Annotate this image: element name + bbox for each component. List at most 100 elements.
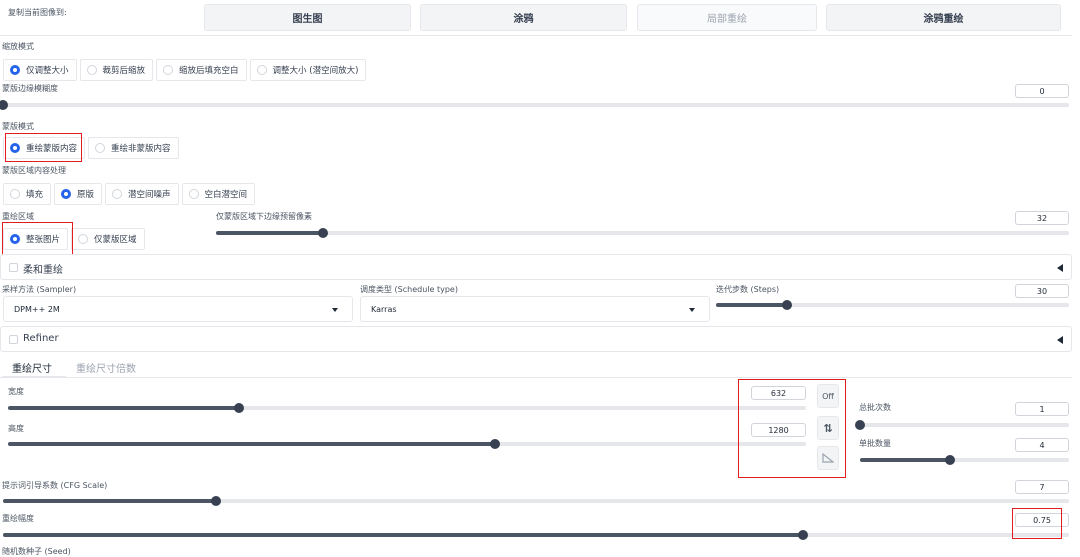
masked-content-option-latent-noise[interactable]: 潜空间噪声 <box>105 183 179 205</box>
slider-fill <box>716 303 787 307</box>
resize-mode-label: 缩放模式 <box>2 42 34 51</box>
radio-icon <box>95 143 106 153</box>
masked-content-option-fill[interactable]: 填充 <box>3 183 52 205</box>
batch-count-label: 总批次数 <box>859 403 891 412</box>
send-to-inpaint-sketch-button[interactable]: 涂鸦重绘 <box>826 4 1061 31</box>
mask-blur-slider[interactable] <box>0 100 1069 110</box>
inpaint-area-option-only-masked[interactable]: 仅蒙版区域 <box>71 228 145 250</box>
mask-blur-label: 蒙版边缘模糊度 <box>2 84 58 93</box>
soft-inpainting-accordion[interactable]: 柔和重绘 <box>0 254 1072 280</box>
mask-mode-radio-group: 重绘蒙版内容 重绘非蒙版内容 <box>3 137 182 159</box>
radio-checked-icon <box>10 143 20 153</box>
tab-resize-to[interactable]: 重绘尺寸 <box>12 360 52 375</box>
schedule-type-value: Karras <box>371 305 397 314</box>
slider-fill <box>3 533 803 537</box>
resize-mode-option-just-resize[interactable]: 仅调整大小 <box>3 59 77 81</box>
resize-mode-option-resize-fill[interactable]: 缩放后填充空白 <box>156 59 247 81</box>
radio-checked-icon <box>61 189 72 199</box>
mask-blur-number[interactable]: 0 <box>1015 84 1069 98</box>
radio-checked-icon <box>10 65 20 75</box>
send-to-inpaint-button[interactable]: 局部重绘 <box>637 4 817 31</box>
triangle-ruler-icon <box>822 453 834 463</box>
swap-dimensions-button[interactable]: ⇅ <box>817 416 839 440</box>
sampler-label: 采样方法 (Sampler) <box>2 285 77 294</box>
height-label: 高度 <box>8 424 24 433</box>
batch-count-slider[interactable] <box>855 420 1069 430</box>
slider-thumb[interactable] <box>855 420 865 430</box>
masked-content-label: 蒙版区域内容处理 <box>2 166 66 175</box>
only-masked-padding-number[interactable]: 32 <box>1015 211 1069 225</box>
height-slider[interactable] <box>8 439 806 449</box>
slider-thumb[interactable] <box>211 496 222 506</box>
inpaint-area-label: 重绘区域 <box>2 212 34 221</box>
batch-size-number[interactable]: 4 <box>1015 438 1069 452</box>
steps-label: 迭代步数 (Steps) <box>716 285 780 294</box>
denoising-strength-number[interactable]: 0.75 <box>1015 513 1069 527</box>
aspect-ratio-button[interactable] <box>817 446 839 470</box>
resize-mode-option-latent-upscale[interactable]: 调整大小 (潜空间放大) <box>249 59 367 81</box>
height-number[interactable]: 1280 <box>751 423 806 437</box>
cfg-scale-slider[interactable] <box>3 496 1069 506</box>
send-to-img2img-button[interactable]: 图生图 <box>204 4 411 31</box>
denoising-strength-slider[interactable] <box>3 530 1069 540</box>
radio-icon <box>78 234 89 244</box>
slider-fill <box>860 458 950 462</box>
slider-thumb[interactable] <box>317 228 328 238</box>
radio-checked-icon <box>10 234 20 244</box>
steps-number[interactable]: 30 <box>1015 284 1069 298</box>
batch-size-slider[interactable] <box>860 455 1069 465</box>
divider <box>0 35 1072 36</box>
cfg-scale-number[interactable]: 7 <box>1015 480 1069 494</box>
sampler-value: DPM++ 2M <box>14 305 60 314</box>
slider-fill <box>8 442 495 446</box>
mask-mode-option-inpaint-masked[interactable]: 重绘蒙版内容 <box>3 137 86 159</box>
radio-icon <box>256 65 267 75</box>
slider-thumb[interactable] <box>489 439 500 449</box>
divider <box>0 377 1072 378</box>
chevron-down-icon <box>689 308 695 312</box>
tab-resize-by[interactable]: 重绘尺寸倍数 <box>76 360 136 375</box>
radio-icon <box>112 189 123 199</box>
refiner-title: Refiner <box>23 333 59 344</box>
schedule-type-label: 调度类型 (Schedule type) <box>360 285 458 294</box>
soft-inpainting-checkbox[interactable] <box>9 263 18 272</box>
masked-content-option-latent-nothing[interactable]: 空白潜空间 <box>181 183 256 205</box>
inpaint-area-radio-group: 整张图片 仅蒙版区域 <box>3 228 148 250</box>
refiner-accordion[interactable]: Refiner <box>0 326 1072 352</box>
slider-thumb[interactable] <box>781 300 792 310</box>
radio-icon <box>86 65 97 75</box>
chevron-down-icon <box>332 308 338 312</box>
cfg-scale-label: 提示词引导系数 (CFG Scale) <box>2 481 108 490</box>
sampler-dropdown[interactable]: DPM++ 2M <box>3 296 353 322</box>
swap-icon: ⇅ <box>823 421 833 435</box>
slider-thumb[interactable] <box>944 455 955 465</box>
mask-mode-option-inpaint-not-masked[interactable]: 重绘非蒙版内容 <box>88 137 179 159</box>
width-number[interactable]: 632 <box>751 386 806 400</box>
inpaint-area-option-whole-picture[interactable]: 整张图片 <box>3 228 69 250</box>
auto-size-off-button[interactable]: Off <box>817 384 839 408</box>
send-to-sketch-button[interactable]: 涂鸦 <box>420 4 627 31</box>
width-slider[interactable] <box>8 403 806 413</box>
radio-icon <box>163 65 174 75</box>
batch-size-label: 单批数量 <box>859 439 891 448</box>
slider-thumb[interactable] <box>797 530 808 540</box>
slider-thumb[interactable] <box>234 403 245 413</box>
resize-mode-option-crop-resize[interactable]: 裁剪后缩放 <box>79 59 154 81</box>
refiner-checkbox[interactable] <box>9 335 18 344</box>
masked-content-option-original[interactable]: 原版 <box>54 183 103 205</box>
resize-mode-radio-group: 仅调整大小 裁剪后缩放 缩放后填充空白 调整大小 (潜空间放大) <box>3 59 369 81</box>
soft-inpainting-title: 柔和重绘 <box>23 265 63 276</box>
width-label: 宽度 <box>8 387 24 396</box>
copy-image-label: 复制当前图像到: <box>8 8 67 17</box>
collapse-triangle-icon[interactable] <box>1057 264 1063 272</box>
slider-thumb[interactable] <box>0 100 8 110</box>
slider-fill <box>8 406 240 410</box>
batch-count-number[interactable]: 1 <box>1015 402 1069 416</box>
steps-slider[interactable] <box>716 300 1069 310</box>
radio-icon <box>10 189 20 199</box>
only-masked-padding-slider[interactable] <box>216 228 1069 238</box>
collapse-triangle-icon[interactable] <box>1057 336 1063 344</box>
schedule-type-dropdown[interactable]: Karras <box>360 296 710 322</box>
seed-label: 随机数种子 (Seed) <box>2 547 71 556</box>
slider-fill <box>216 231 323 235</box>
